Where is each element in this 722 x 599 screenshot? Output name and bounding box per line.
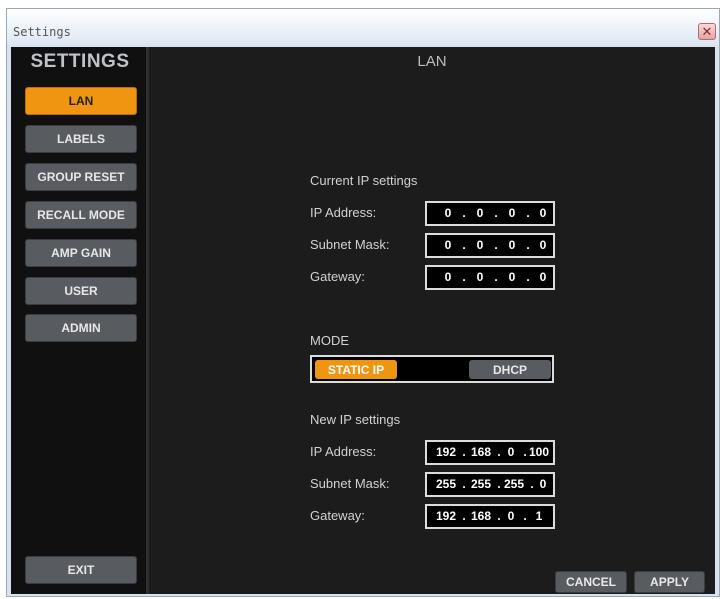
static-ip-button[interactable]: STATIC IP — [315, 360, 397, 379]
ip-octet[interactable]: 168 — [466, 509, 496, 523]
sidebar-item-label: RECALL MODE — [37, 208, 125, 222]
ip-octet[interactable]: 255 — [431, 477, 461, 491]
exit-button[interactable]: EXIT — [25, 556, 137, 584]
sidebar-title: SETTINGS — [30, 51, 130, 72]
client-area: SETTINGS LAN LABELS GROUP RESET RECALL M… — [11, 47, 715, 594]
sidebar-item-label: USER — [64, 284, 98, 298]
ip-octet: 0 — [444, 206, 452, 220]
current-gateway-label: Gateway: — [310, 269, 365, 284]
window-title: Settings — [13, 25, 71, 39]
ip-octet[interactable]: 192 — [431, 509, 461, 523]
ip-separator: . — [494, 270, 498, 284]
sidebar-item-labels[interactable]: LABELS — [25, 125, 137, 153]
ip-octet[interactable]: 1 — [524, 509, 554, 523]
ip-separator: . — [462, 206, 466, 220]
current-gateway-field: 0 . 0 . 0 . 0 — [425, 265, 555, 290]
new-gateway-input[interactable]: 192 . 168 . 0 . 1 — [425, 504, 555, 529]
sidebar-item-recall-mode[interactable]: RECALL MODE — [25, 201, 137, 229]
ip-octet: 0 — [476, 206, 484, 220]
sidebar-item-amp-gain[interactable]: AMP GAIN — [25, 239, 137, 267]
current-ip-label: IP Address: — [310, 205, 377, 220]
ip-octet[interactable]: 168 — [466, 445, 496, 459]
ip-octet: 0 — [508, 270, 516, 284]
title-bar[interactable]: Settings ✕ — [7, 9, 719, 45]
mode-heading: MODE — [310, 333, 349, 348]
sidebar-item-group-reset[interactable]: GROUP RESET — [25, 163, 137, 191]
ip-octet[interactable]: 0 — [499, 509, 523, 523]
lan-panel: LAN Current IP settings IP Address: 0 . … — [149, 47, 715, 594]
sidebar-item-label: GROUP RESET — [37, 170, 125, 184]
apply-button[interactable]: APPLY — [634, 571, 705, 593]
ip-octet: 0 — [444, 270, 452, 284]
ip-octet: 0 — [476, 238, 484, 252]
sidebar-item-label: LAN — [68, 94, 94, 108]
ip-separator: . — [494, 206, 498, 220]
sidebar-item-lan[interactable]: LAN — [25, 87, 137, 115]
ip-octet: 0 — [508, 238, 516, 252]
ip-octet: 0 — [444, 238, 452, 252]
close-icon: ✕ — [701, 24, 713, 39]
cancel-button[interactable]: CANCEL — [555, 571, 627, 593]
ip-octet[interactable]: 0 — [499, 445, 523, 459]
current-ip-heading: Current IP settings — [310, 173, 418, 188]
ip-octet[interactable]: 255 — [466, 477, 496, 491]
new-subnet-mask-input[interactable]: 255 . 255 . 255 . 0 — [425, 472, 555, 497]
new-ip-label: IP Address: — [310, 444, 377, 459]
new-ip-address-input[interactable]: 192 . 168 . 0 . 100 — [425, 440, 555, 465]
sidebar-item-label: ADMIN — [61, 321, 101, 335]
ip-octet: 0 — [508, 206, 516, 220]
ip-octet[interactable]: 100 — [524, 445, 554, 459]
ip-octet[interactable]: 255 — [499, 477, 529, 491]
ip-octet: 0 — [539, 270, 547, 284]
page-title: LAN — [417, 53, 447, 70]
ip-separator: . — [462, 238, 466, 252]
sidebar-item-label: AMP GAIN — [51, 246, 111, 260]
dhcp-button[interactable]: DHCP — [469, 360, 551, 379]
ip-octet: 0 — [476, 270, 484, 284]
mode-selector: STATIC IP DHCP — [310, 355, 554, 383]
apply-label: APPLY — [650, 575, 689, 589]
ip-octet[interactable]: 192 — [431, 445, 461, 459]
close-button[interactable]: ✕ — [698, 23, 716, 40]
current-subnet-label: Subnet Mask: — [310, 237, 390, 252]
current-subnet-mask-field: 0 . 0 . 0 . 0 — [425, 233, 555, 258]
ip-separator: . — [494, 238, 498, 252]
ip-octet[interactable]: 0 — [531, 477, 555, 491]
cancel-label: CANCEL — [566, 575, 616, 589]
sidebar-item-user[interactable]: USER — [25, 277, 137, 305]
ip-separator: . — [462, 270, 466, 284]
ip-octet: 0 — [539, 238, 547, 252]
new-ip-heading: New IP settings — [310, 412, 401, 427]
ip-octet: 0 — [539, 206, 547, 220]
exit-label: EXIT — [67, 563, 95, 577]
sidebar-item-admin[interactable]: ADMIN — [25, 314, 137, 342]
new-subnet-label: Subnet Mask: — [310, 476, 390, 491]
sidebar-item-label: LABELS — [57, 132, 105, 146]
new-gateway-label: Gateway: — [310, 508, 365, 523]
current-ip-address-field: 0 . 0 . 0 . 0 — [425, 201, 555, 226]
sidebar: SETTINGS LAN LABELS GROUP RESET RECALL M… — [11, 47, 149, 594]
settings-window: Settings ✕ SETTINGS LAN LABELS GROUP RES… — [6, 8, 720, 597]
